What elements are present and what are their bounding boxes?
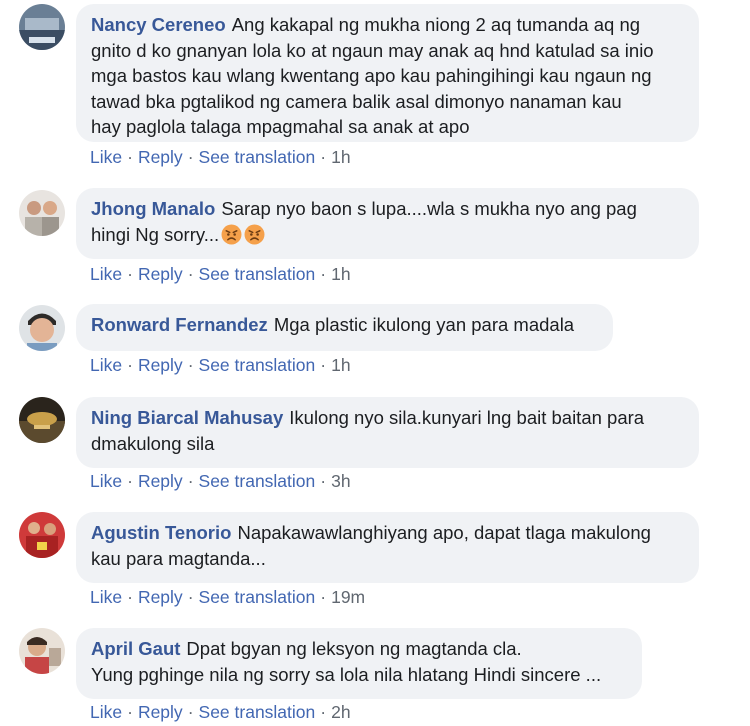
like-button[interactable]: Like bbox=[90, 264, 122, 284]
comment-actions: Like · Reply · See translation · 19m bbox=[90, 586, 365, 608]
separator: · bbox=[127, 355, 133, 375]
separator: · bbox=[187, 702, 194, 722]
avatar[interactable] bbox=[19, 4, 65, 50]
angry-face-icon bbox=[221, 224, 242, 245]
avatar[interactable] bbox=[19, 512, 65, 558]
reply-button[interactable]: Reply bbox=[138, 702, 183, 722]
comment-timestamp[interactable]: 3h bbox=[331, 471, 350, 491]
see-translation-link[interactable]: See translation bbox=[199, 471, 316, 491]
comment-timestamp[interactable]: 1h bbox=[331, 147, 350, 167]
reply-button[interactable]: Reply bbox=[138, 471, 183, 491]
comment-bubble: Jhong Manalo Sarap nyo baon s lupa....wla… bbox=[76, 188, 699, 259]
separator: · bbox=[187, 264, 194, 284]
comment-author[interactable]: April Gaut bbox=[91, 638, 180, 659]
reply-button[interactable]: Reply bbox=[138, 355, 183, 375]
avatar[interactable] bbox=[19, 397, 65, 443]
comment-text: Mga plastic ikulong yan para madala bbox=[273, 314, 575, 335]
separator: · bbox=[320, 471, 327, 491]
separator: · bbox=[320, 355, 327, 375]
reply-button[interactable]: Reply bbox=[138, 264, 183, 284]
see-translation-link[interactable]: See translation bbox=[199, 702, 316, 722]
reply-button[interactable]: Reply bbox=[138, 147, 183, 167]
comment-actions: Like · Reply · See translation · 1h bbox=[90, 263, 351, 285]
comment-timestamp[interactable]: 1h bbox=[331, 264, 350, 284]
reply-button[interactable]: Reply bbox=[138, 587, 183, 607]
comment-author[interactable]: Ronward Fernandez bbox=[91, 314, 268, 335]
comment-bubble: Ronward Fernandez Mga plastic ikulong yan… bbox=[76, 304, 613, 351]
comment-actions: Like · Reply · See translation · 1h bbox=[90, 354, 351, 376]
see-translation-link[interactable]: See translation bbox=[199, 264, 316, 284]
comment-author[interactable]: Agustin Tenorio bbox=[91, 522, 231, 543]
separator: · bbox=[187, 471, 194, 491]
comment-author[interactable]: Jhong Manalo bbox=[91, 198, 215, 219]
avatar[interactable] bbox=[19, 305, 65, 351]
avatar[interactable] bbox=[19, 628, 65, 674]
like-button[interactable]: Like bbox=[90, 471, 122, 491]
like-button[interactable]: Like bbox=[90, 355, 122, 375]
separator: · bbox=[320, 147, 327, 167]
separator: · bbox=[320, 587, 327, 607]
comment-timestamp[interactable]: 1h bbox=[331, 355, 350, 375]
separator: · bbox=[127, 587, 133, 607]
comment-author[interactable]: Nancy Cereneo bbox=[91, 14, 226, 35]
separator: · bbox=[187, 587, 194, 607]
separator: · bbox=[187, 355, 194, 375]
separator: · bbox=[320, 702, 327, 722]
separator: · bbox=[127, 147, 133, 167]
see-translation-link[interactable]: See translation bbox=[199, 355, 316, 375]
comment-bubble: April Gaut Dpat bgyan ng leksyon ng magta… bbox=[76, 628, 642, 699]
separator: · bbox=[320, 264, 327, 284]
like-button[interactable]: Like bbox=[90, 147, 122, 167]
comment-actions: Like · Reply · See translation · 1h bbox=[90, 146, 351, 168]
comment-timestamp[interactable]: 19m bbox=[331, 587, 365, 607]
see-translation-link[interactable]: See translation bbox=[199, 587, 316, 607]
comment-actions: Like · Reply · See translation · 2h bbox=[90, 701, 351, 723]
separator: · bbox=[127, 264, 133, 284]
like-button[interactable]: Like bbox=[90, 702, 122, 722]
separator: · bbox=[187, 147, 194, 167]
comment-bubble: Agustin Tenorio Napakawawlanghiyang apo, … bbox=[76, 512, 699, 583]
separator: · bbox=[127, 471, 133, 491]
comment-actions: Like · Reply · See translation · 3h bbox=[90, 470, 351, 492]
comment-bubble: Nancy Cereneo Ang kakapal ng mukha niong … bbox=[76, 4, 699, 142]
like-button[interactable]: Like bbox=[90, 587, 122, 607]
comment-author[interactable]: Ning Biarcal Mahusay bbox=[91, 407, 283, 428]
avatar[interactable] bbox=[19, 190, 65, 236]
comment-timestamp[interactable]: 2h bbox=[331, 702, 350, 722]
comment-bubble: Ning Biarcal Mahusay Ikulong nyo sila.kun… bbox=[76, 397, 699, 468]
angry-face-icon bbox=[244, 224, 265, 245]
separator: · bbox=[127, 702, 133, 722]
see-translation-link[interactable]: See translation bbox=[199, 147, 316, 167]
